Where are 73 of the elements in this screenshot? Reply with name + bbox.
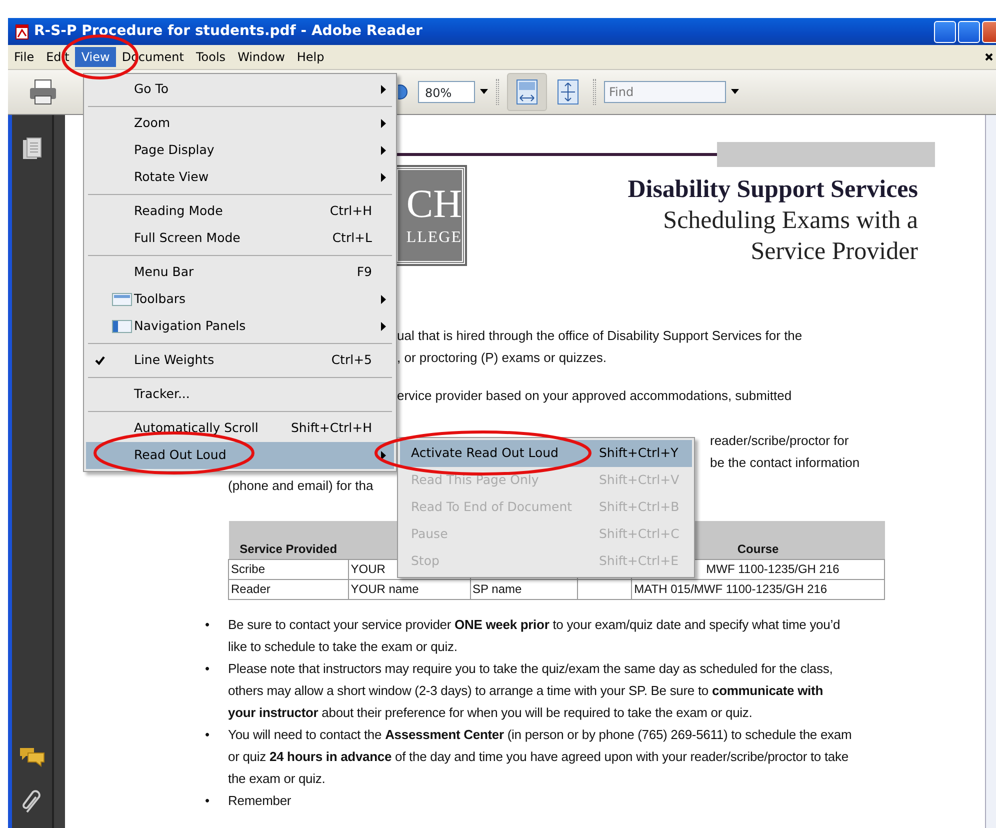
- paragraph-text: (phone and email) for tha: [228, 478, 374, 493]
- submenu-arrow-icon: [380, 451, 386, 460]
- menu-item[interactable]: View: [75, 47, 116, 67]
- paragraph-text: be the contact information: [710, 455, 860, 470]
- table-cell: YOUR name: [348, 579, 470, 599]
- bullet-text: Remember: [228, 792, 292, 810]
- menu-item[interactable]: Window: [232, 47, 291, 67]
- bullet-mark: •: [205, 660, 210, 676]
- menu-item[interactable]: Full Screen Mode Ctrl+L: [86, 225, 394, 252]
- panel-icon: [112, 320, 132, 333]
- print-icon[interactable]: [28, 78, 58, 106]
- dropdown-icon[interactable]: [731, 89, 739, 95]
- close-button[interactable]: [982, 20, 996, 42]
- menu-item: Read To End of Document Shift+Ctrl+B: [400, 494, 692, 521]
- minimize-button[interactable]: [934, 20, 956, 42]
- bullet-mark: •: [205, 616, 210, 632]
- fit-page-icon[interactable]: [557, 79, 579, 105]
- maximize-button[interactable]: [958, 20, 980, 42]
- menu-item[interactable]: Line Weights Ctrl+5: [86, 347, 394, 374]
- document-title: Disability Support Services: [626, 175, 918, 205]
- menu-item[interactable]: Rotate View: [86, 164, 394, 191]
- menu-item[interactable]: Toolbars: [86, 286, 394, 313]
- menu-item[interactable]: Navigation Panels: [86, 313, 394, 340]
- menu-item[interactable]: Help: [290, 47, 330, 67]
- menu-item[interactable]: Page Display: [86, 137, 394, 164]
- column-header: Service Provided: [228, 521, 348, 559]
- table-cell: Scribe: [228, 559, 348, 579]
- fit-width-icon: [516, 79, 538, 105]
- bullet-text: Be sure to contact your service provider ONE week prior to your exam/quiz date and specify what time you’d like to schedule to take the exam or quiz.: [228, 616, 842, 656]
- paragraph-text: ual that is hired through the office of Disability Support Services for the: [397, 328, 802, 343]
- menu-item[interactable]: Automatically Scroll Shift+Ctrl+H: [86, 415, 394, 442]
- submenu-arrow-icon: [380, 146, 386, 155]
- menu-item[interactable]: Tools: [190, 47, 232, 67]
- paragraph-text: , or proctoring (P) exams or quizzes.: [397, 350, 607, 365]
- menu-item[interactable]: Tracker...: [86, 381, 394, 408]
- dropdown-icon[interactable]: [480, 89, 488, 95]
- bullet-text: You will need to contact the Assessment Center (in person or by phone (765) 269-5611) to schedule the exam or quiz 24 hours in advance of the day and time you have agreed upon with your reader/scribe/proctor to take the exam or quiz.: [228, 726, 853, 788]
- submenu-arrow-icon: [380, 85, 386, 94]
- document-subtitle: Service Provider: [750, 237, 918, 267]
- paragraph-text: reader/scribe/proctor for: [710, 433, 849, 448]
- pages-icon[interactable]: [22, 137, 42, 161]
- table-cell: SP name: [470, 579, 578, 599]
- menu-item[interactable]: Zoom: [86, 110, 394, 137]
- bullet-mark: •: [205, 726, 210, 742]
- window-title: R-S-P Procedure for students.pdf - Adobe Reader: [34, 22, 422, 41]
- document-subtitle: Scheduling Exams with a: [662, 206, 918, 236]
- find-field[interactable]: Find: [604, 81, 726, 103]
- pdf-icon: [14, 24, 30, 40]
- close-icon[interactable]: [985, 53, 993, 61]
- logo: CH LLEGE: [395, 167, 465, 264]
- paragraph-text: ervice provider based on your approved accommodations, submitted: [397, 388, 792, 403]
- submenu-arrow-icon: [380, 173, 386, 182]
- toolbar-icon: [112, 293, 132, 306]
- submenu-arrow-icon: [380, 322, 386, 331]
- table-cell: MATH 015/MWF 1100-1235/GH 216: [632, 579, 884, 599]
- menu-item[interactable]: Menu Bar F9: [86, 259, 394, 286]
- menu-item[interactable]: Activate Read Out Loud Shift+Ctrl+Y: [400, 440, 692, 467]
- zoom-field[interactable]: 80%: [418, 81, 475, 103]
- comments-icon[interactable]: [18, 746, 46, 768]
- menu-item[interactable]: Go To: [86, 76, 394, 103]
- fit-width-button[interactable]: [507, 73, 547, 111]
- menu-item[interactable]: Reading Mode Ctrl+H: [86, 198, 394, 225]
- table-cell: Reader: [228, 579, 348, 599]
- bullet-mark: •: [205, 792, 210, 808]
- submenu-arrow-icon: [380, 119, 386, 128]
- menu-item[interactable]: File: [8, 47, 40, 67]
- bullet-text: Please note that instructors may require you to take the quiz/exam the same day as scheduled for the class, others may allow a short window (2-3 days) to arrange a time with your SP. Be sure to communicate with your instructor about their preference for when you will be required to take the exam or quiz.: [228, 660, 834, 722]
- check-icon: [95, 356, 105, 365]
- scrollbar[interactable]: [985, 115, 996, 828]
- zoom-in-icon[interactable]: [398, 83, 408, 101]
- submenu-arrow-icon: [380, 295, 386, 304]
- menu-item: Read This Page Only Shift+Ctrl+V: [400, 467, 692, 494]
- menu-item[interactable]: Read Out Loud: [86, 442, 394, 469]
